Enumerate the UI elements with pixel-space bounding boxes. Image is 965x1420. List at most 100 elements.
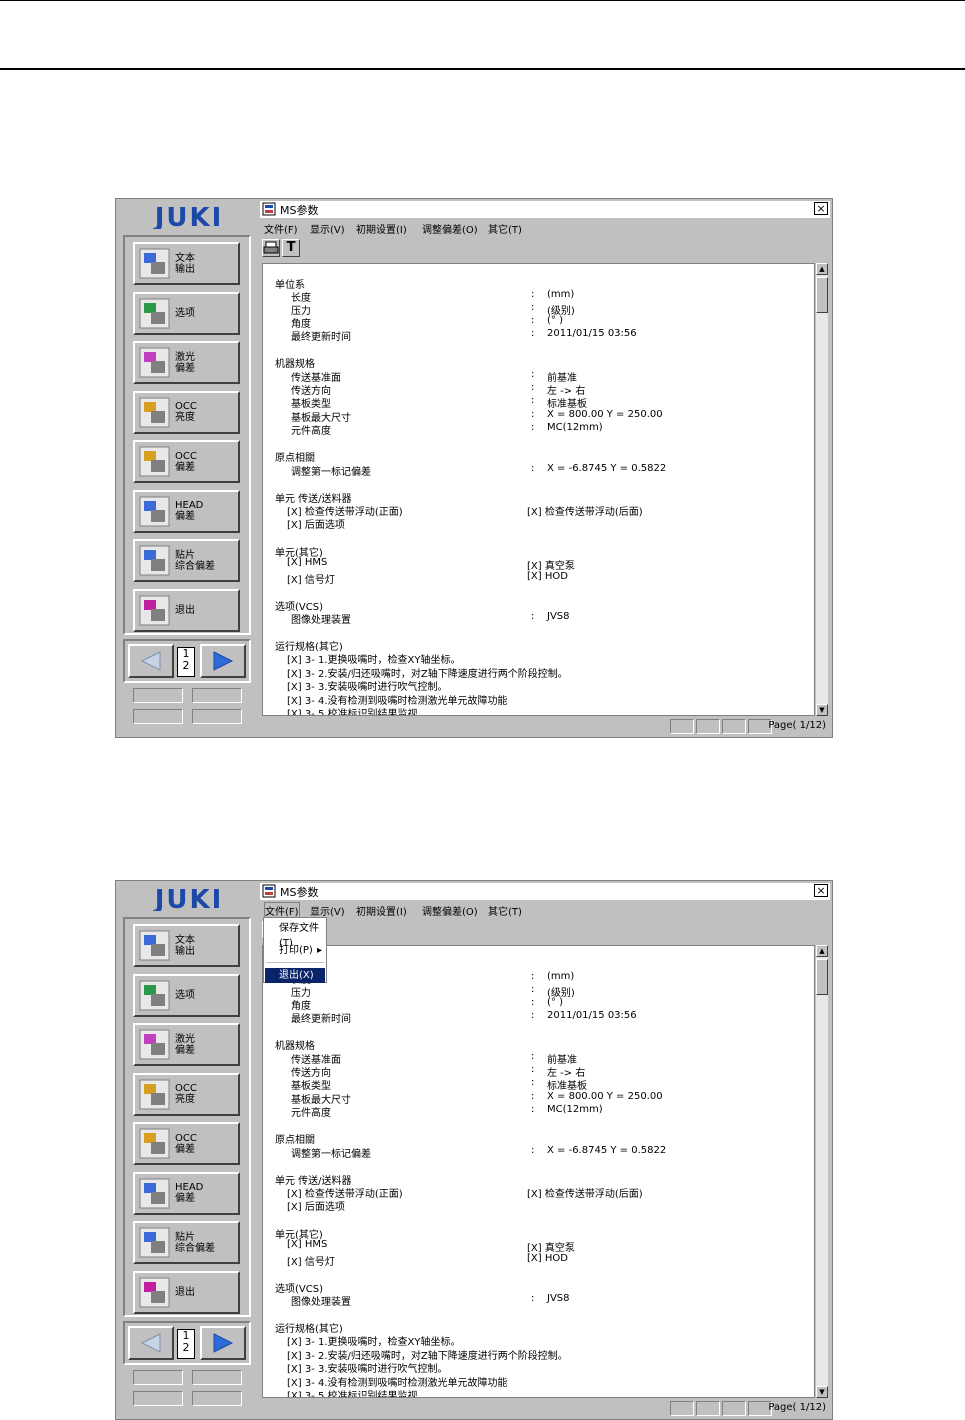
prev-page-button[interactable] xyxy=(128,644,174,678)
window-title: MS参数 xyxy=(280,886,319,899)
side-button-label: HEAD 偏差 xyxy=(175,1174,203,1213)
menu-item-5[interactable]: 其它(T) xyxy=(488,903,522,918)
side-button-4[interactable]: OCC 亮度 xyxy=(133,390,240,434)
label-line-1: 文本 xyxy=(175,252,195,264)
menu-item-2[interactable]: 显示(V) xyxy=(310,903,345,918)
side-button-8[interactable]: 退出 xyxy=(133,1270,240,1314)
scroll-thumb[interactable] xyxy=(816,277,828,313)
menu-item-3[interactable]: 初期设置(I) xyxy=(356,221,407,236)
label-line-1: OCC xyxy=(175,1132,197,1144)
printer-icon xyxy=(263,241,279,254)
page-top-rule xyxy=(0,0,965,1)
label-line-1: OCC xyxy=(175,401,197,412)
blank-button-4[interactable] xyxy=(192,709,242,724)
side-button-6[interactable]: HEAD 偏差 xyxy=(133,489,240,533)
next-page-button[interactable] xyxy=(200,1326,246,1360)
side-button-7[interactable]: 贴片 综合偏差 xyxy=(133,539,240,582)
dropdown-item-3[interactable]: 退出(X) xyxy=(265,968,325,983)
side-button-1[interactable]: 文本 输出 xyxy=(133,924,240,967)
doc-colon: : xyxy=(531,328,535,339)
dropdown-item-2[interactable]: 打印(P) ▸ xyxy=(265,943,325,958)
doc-colon: : xyxy=(531,463,535,474)
side-button-label: 激光 偏差 xyxy=(175,343,195,382)
file-menu-dropdown: 保存文件(T) 打印(P) ▸ 退出(X) xyxy=(263,917,327,983)
menu-item-4[interactable]: 调整偏差(O) xyxy=(422,903,478,918)
menu-item-5[interactable]: 其它(T) xyxy=(488,221,522,236)
screenshot-1: JUKI 文本 输出 选项 激光 偏差 OCC 亮度 OCC 偏差 HEAD 偏差 贴片 综合偏差 退出 … xyxy=(115,198,833,738)
doc-line: 基板类型 xyxy=(291,399,331,410)
ms-param-window: MS参数 × 文件(F) 显示(V) 初期设置(I) 调整偏差(O) 其它(T) T 单… xyxy=(258,199,832,737)
blank-button-3[interactable] xyxy=(133,709,183,724)
doc-colon: : xyxy=(531,1064,535,1075)
doc-colon: : xyxy=(531,1077,535,1088)
option-icon xyxy=(139,298,170,329)
doc-line: [X] 后面选项 xyxy=(287,1202,345,1213)
side-button-3[interactable]: 激光 偏差 xyxy=(133,341,240,384)
close-button[interactable]: × xyxy=(814,202,828,215)
label-line-2: 亮度 xyxy=(175,1094,195,1105)
status-bar: Page( 1/12) xyxy=(262,1401,828,1417)
side-button-5[interactable]: OCC 偏差 xyxy=(133,440,240,483)
next-page-button[interactable] xyxy=(200,644,246,678)
blank-button-1[interactable] xyxy=(133,1370,183,1385)
side-button-8[interactable]: 退出 xyxy=(133,588,240,632)
label-line-1: HEAD xyxy=(175,500,204,511)
side-button-3[interactable]: 激光 偏差 xyxy=(133,1023,240,1066)
blank-button-1[interactable] xyxy=(133,688,183,703)
side-button-1[interactable]: 文本 输出 xyxy=(133,242,240,285)
label-line-1: 激光 xyxy=(175,1033,195,1045)
title-bar: MS参数 × xyxy=(260,201,830,218)
occ-offset-icon xyxy=(139,446,170,477)
vertical-scrollbar[interactable]: ▲ ▼ xyxy=(815,945,828,1398)
blank-button-2[interactable] xyxy=(192,688,242,703)
doc-line: [X] HMS xyxy=(287,1239,328,1250)
menu-item-4[interactable]: 调整偏差(O) xyxy=(422,221,478,236)
blank-button-2[interactable] xyxy=(192,1370,242,1385)
blank-button-4[interactable] xyxy=(192,1391,242,1406)
menu-item-2[interactable]: 显示(V) xyxy=(310,221,345,236)
label-line-2: 输出 xyxy=(175,945,195,957)
doc-value: JVS8 xyxy=(547,611,570,622)
scroll-up-icon[interactable]: ▲ xyxy=(816,945,828,957)
side-button-7[interactable]: 贴片 综合偏差 xyxy=(133,1221,240,1264)
status-page-label: Page( 1/12) xyxy=(768,1402,826,1413)
doc-line: 图像处理装置 xyxy=(291,615,351,626)
side-button-6[interactable]: HEAD 偏差 xyxy=(133,1171,240,1215)
side-button-2[interactable]: 选项 xyxy=(133,291,240,335)
doc-value: JVS8 xyxy=(547,1293,570,1304)
status-cell xyxy=(696,719,720,734)
scroll-down-icon[interactable]: ▼ xyxy=(816,704,828,716)
side-button-5[interactable]: OCC 偏差 xyxy=(133,1122,240,1165)
screenshot-2: JUKI 文本 输出 选项 激光 偏差 OCC 亮度 OCC 偏差 HEAD 偏差 贴片 综合偏差 退出 … xyxy=(115,880,833,1420)
blank-button-3[interactable] xyxy=(133,1391,183,1406)
dropdown-item-1[interactable]: 保存文件(T) xyxy=(265,921,325,949)
menu-item-1[interactable]: 文件(F) xyxy=(264,221,298,236)
doc-line: [X] 3- 5.校准标识别结果监视 xyxy=(287,709,418,716)
left-panel: JUKI 文本 输出 选项 激光 偏差 OCC 亮度 OCC 偏差 HEAD 偏差 贴片 综合偏差 退出 … xyxy=(116,199,258,737)
menu-item-3[interactable]: 初期设置(I) xyxy=(356,903,407,918)
text-button[interactable]: T xyxy=(282,239,300,257)
doc-colon: : xyxy=(531,302,535,313)
vertical-scrollbar[interactable]: ▲ ▼ xyxy=(815,263,828,716)
label-line-2: 偏差 xyxy=(175,511,195,522)
side-button-label: 文本 输出 xyxy=(175,926,195,965)
window-title: MS参数 xyxy=(280,204,319,217)
doc-line: 调整第一标记偏差 xyxy=(291,467,371,478)
scroll-down-icon[interactable]: ▼ xyxy=(816,1386,828,1398)
print-button[interactable] xyxy=(262,239,280,257)
doc-colon: : xyxy=(531,395,535,406)
page-header-rule xyxy=(0,68,965,70)
doc-line: [X] 3- 5.校准标识别结果监视 xyxy=(287,1391,418,1398)
label-line-1: 激光 xyxy=(175,351,195,363)
doc-value: (° ) xyxy=(547,315,563,326)
side-button-4[interactable]: OCC 亮度 xyxy=(133,1072,240,1116)
prev-page-button[interactable] xyxy=(128,1326,174,1360)
doc-line: 基板类型 xyxy=(291,1081,331,1092)
side-button-2[interactable]: 选项 xyxy=(133,973,240,1017)
close-button[interactable]: × xyxy=(814,884,828,897)
label-line-1: HEAD xyxy=(175,1182,204,1193)
side-button-label: 贴片 综合偏差 xyxy=(175,541,215,580)
scroll-thumb[interactable] xyxy=(816,959,828,995)
scroll-up-icon[interactable]: ▲ xyxy=(816,263,828,275)
menu-bar: 文件(F) 显示(V) 初期设置(I) 调整偏差(O) 其它(T) xyxy=(260,219,830,236)
